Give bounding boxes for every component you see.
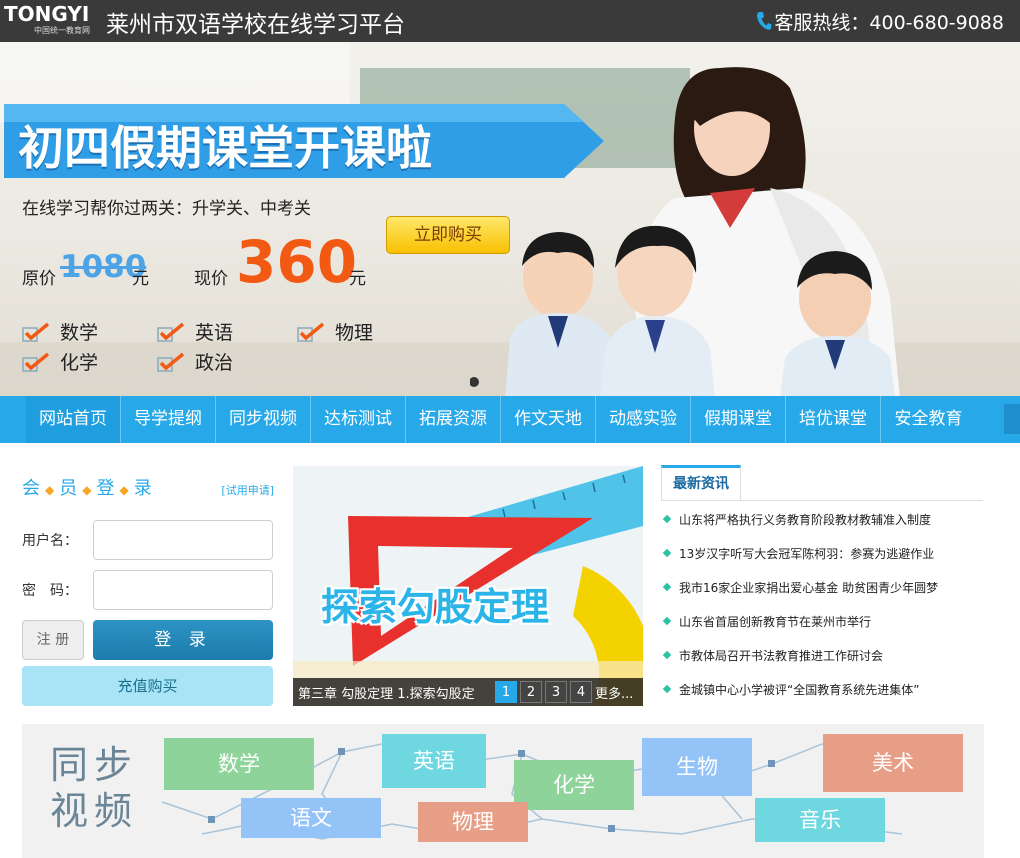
subject-tile-music[interactable]: 音乐 [755, 798, 885, 842]
subject-math: 数学 [22, 318, 98, 345]
news-item[interactable]: 我市16家企业家捐出爱心基金 助贫困青少年圆梦 [661, 579, 938, 596]
nav-item-safety[interactable]: 安全教育 [881, 396, 976, 443]
slide-page-3[interactable]: 3 [545, 681, 567, 703]
now-price: 360 [236, 228, 358, 296]
nav-item-experiment[interactable]: 动感实验 [596, 396, 691, 443]
slide-title: 探索勾股定理 [321, 585, 550, 629]
news-item[interactable]: 13岁汉字听写大会冠军陈柯羽：参赛为逃避作业 [661, 545, 934, 562]
slide-page-4[interactable]: 4 [570, 681, 592, 703]
nav-item-resources[interactable]: 拓展资源 [406, 396, 501, 443]
bullet-icon [662, 684, 672, 694]
subject-tile-art[interactable]: 美术 [823, 734, 963, 792]
course-slider[interactable]: 探索勾股定理 第三章 勾股定理 1.探索勾股定 1 2 3 4 更多... [293, 466, 643, 706]
teacher-students-photo [470, 67, 900, 396]
bullet-icon [662, 650, 672, 660]
slide-caption-bar: 第三章 勾股定理 1.探索勾股定 1 2 3 4 更多... [293, 678, 643, 706]
site-title: 莱州市双语学校在线学习平台 [106, 12, 405, 38]
orig-price-label: 原价 [22, 269, 56, 289]
dot-icon: ◆ [82, 483, 94, 497]
recharge-button[interactable]: 充值购买 [22, 666, 273, 706]
site-logo[interactable]: TONGYI 中国统一教育网 [4, 2, 94, 40]
dot-icon: ◆ [45, 483, 57, 497]
checkmark-icon [22, 352, 50, 372]
sync-video-section: 同步视频 数学 英语 化学 生物 美术 语文 物理 音乐 [22, 724, 984, 858]
nav-item-sync-video[interactable]: 同步视频 [216, 396, 311, 443]
banner-subline: 在线学习帮你过两关：升学关、中考关 [22, 199, 311, 219]
bullet-icon [662, 582, 672, 592]
checkmark-icon [22, 322, 50, 342]
subject-tile-english[interactable]: 英语 [382, 734, 486, 788]
password-input[interactable] [93, 570, 273, 610]
login-title: 会 ◆ 员 ◆ 登 ◆ 录 [22, 478, 154, 499]
sync-video-title: 同步视频 [50, 743, 139, 833]
checkmark-icon [157, 322, 185, 342]
slide-page-2[interactable]: 2 [520, 681, 542, 703]
nav-item-test[interactable]: 达标测试 [311, 396, 406, 443]
hotline-text: 客服热线：400-680-9088 [774, 12, 1004, 34]
news-item[interactable]: 山东省首届创新教育节在莱州市举行 [661, 613, 871, 630]
subject-english: 英语 [157, 318, 233, 345]
nav-item-holiday[interactable]: 假期课堂 [691, 396, 786, 443]
now-price-label: 现价 [194, 269, 228, 289]
news-item[interactable]: 金城镇中心小学被评“全国教育系统先进集体” [661, 681, 919, 698]
hotline: 客服热线：400-680-9088 [756, 8, 1004, 36]
password-label: 密 码： [22, 583, 78, 599]
subject-physics: 物理 [297, 318, 373, 345]
logo-text: TONGYI [4, 2, 90, 26]
username-input[interactable] [93, 520, 273, 560]
tab-latest-news[interactable]: 最新资讯 [661, 465, 741, 501]
news-item[interactable]: 市教体局召开书法教育推进工作研讨会 [661, 647, 883, 664]
nav-item-composition[interactable]: 作文天地 [501, 396, 596, 443]
promo-banner[interactable]: 初四假期课堂开课啦 在线学习帮你过两关：升学关、中考关 立即购买 原价 1080… [0, 42, 1020, 396]
subject-tile-physics[interactable]: 物理 [418, 802, 528, 842]
now-price-unit: 元 [349, 269, 366, 289]
subject-tile-math[interactable]: 数学 [164, 738, 314, 790]
bullet-icon [662, 616, 672, 626]
slide-page-1[interactable]: 1 [495, 681, 517, 703]
subject-chemistry: 化学 [22, 348, 98, 375]
nav-right-cap [1004, 404, 1020, 434]
news-item[interactable]: 山东将严格执行义务教育阶段教材教辅准入制度 [661, 511, 931, 528]
subject-tile-chemistry[interactable]: 化学 [514, 760, 634, 810]
subject-tile-biology[interactable]: 生物 [642, 738, 752, 796]
trial-apply-link[interactable]: [试用申请] [221, 482, 274, 498]
register-button[interactable]: 注 册 [22, 620, 84, 660]
checkmark-icon [157, 352, 185, 372]
top-bar: TONGYI 中国统一教育网 莱州市双语学校在线学习平台 客服热线：400-68… [0, 0, 1020, 42]
dot-icon: ◆ [119, 483, 131, 497]
slide-more-link[interactable]: 更多... [595, 683, 633, 702]
news-divider [661, 500, 983, 501]
logo-subtitle: 中国统一教育网 [34, 26, 90, 35]
subject-tile-chinese[interactable]: 语文 [241, 798, 381, 838]
nav-item-home[interactable]: 网站首页 [26, 396, 121, 443]
login-button[interactable]: 登 录 [93, 620, 273, 660]
slide-caption[interactable]: 第三章 勾股定理 1.探索勾股定 [298, 683, 475, 702]
nav-item-guide[interactable]: 导学提纲 [121, 396, 216, 443]
phone-icon [756, 11, 772, 36]
username-label: 用户名： [22, 533, 78, 549]
main-nav: 网站首页 导学提纲 同步视频 达标测试 拓展资源 作文天地 动感实验 假期课堂 … [0, 396, 1020, 443]
orig-price-unit: 元 [132, 269, 149, 289]
subject-politics: 政治 [157, 348, 233, 375]
checkmark-icon [297, 322, 325, 342]
member-login-panel: 会 ◆ 员 ◆ 登 ◆ 录 [试用申请] 用户名： 密 码： 注 册 登 录 充值购买 [22, 470, 274, 710]
nav-item-excellence[interactable]: 培优课堂 [786, 396, 881, 443]
bullet-icon [662, 514, 672, 524]
bullet-icon [662, 548, 672, 558]
news-panel: 最新资讯 山东将严格执行义务教育阶段教材教辅准入制度 13岁汉字听写大会冠军陈柯… [661, 465, 983, 710]
banner-headline: 初四假期课堂开课啦 [18, 121, 432, 175]
